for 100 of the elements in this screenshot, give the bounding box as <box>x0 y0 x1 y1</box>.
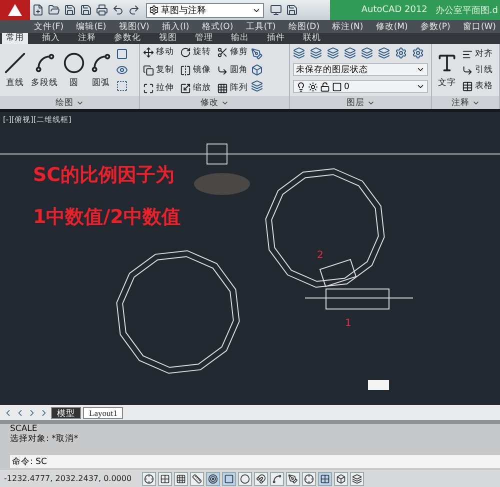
status-toggle-icon[interactable] <box>334 472 348 486</box>
layer-tool-icon[interactable] <box>293 47 305 59</box>
ribbon-tab[interactable]: 输出 <box>227 33 253 44</box>
status-toggle-icon[interactable] <box>158 472 172 486</box>
scale-icon <box>180 82 191 94</box>
workspace-dropdown[interactable]: 草图与注释 <box>146 2 264 18</box>
status-toggle-icon[interactable] <box>350 472 364 486</box>
ribbon-tab[interactable]: 参数化 <box>110 33 145 44</box>
ribbon-tool-button[interactable]: 缩放 <box>180 82 211 94</box>
ribbon-tool-button[interactable]: 对齐 <box>462 48 493 60</box>
command-history-line: SCALE <box>10 424 38 434</box>
ribbon-tool-button[interactable]: 镜像 <box>180 64 211 76</box>
tool-icon[interactable] <box>116 80 128 92</box>
sun-icon <box>308 82 318 92</box>
ribbon-tool-button[interactable]: 多段线 <box>30 52 59 88</box>
ribbon-tab[interactable]: 常用 <box>2 33 28 44</box>
ribbon-tool-button[interactable]: 圆弧 <box>89 52 113 88</box>
ribbon-tool-button[interactable]: 阵列 <box>217 82 248 94</box>
menu-item[interactable]: 标注(N) <box>332 20 364 32</box>
ribbon-tab[interactable]: 视图 <box>155 33 181 44</box>
ribbon-tool-button[interactable]: 旋转 <box>180 46 211 58</box>
layer-dropdown[interactable]: 未保存的图层状态 <box>293 63 428 76</box>
tool-icon[interactable] <box>251 80 263 92</box>
align-icon <box>462 48 473 60</box>
toolbar-icon[interactable] <box>94 4 110 16</box>
menu-item[interactable]: 窗口(W) <box>462 20 496 32</box>
annotation-text: SC的比例因子为 <box>33 163 175 188</box>
panel-title[interactable]: 绘图 <box>0 96 139 109</box>
layer-tool-icon[interactable] <box>310 47 322 59</box>
command-history-line: 选择对象: *取消* <box>10 434 80 444</box>
annotation-text: 1中数值/2中数值 <box>33 205 180 230</box>
mirror-icon <box>180 64 191 76</box>
menu-item[interactable]: 文件(F) <box>34 20 64 32</box>
command-input[interactable]: 命令: SC <box>10 455 500 468</box>
status-toggle-icon[interactable] <box>142 472 156 486</box>
rectangle <box>206 144 228 164</box>
layer-tool-icon[interactable] <box>378 47 390 59</box>
status-toggle-icon[interactable] <box>238 472 252 486</box>
layout-tab[interactable]: 模型 <box>51 406 81 418</box>
status-toggle-icon[interactable] <box>318 472 332 486</box>
stretch-icon <box>143 82 154 94</box>
toolbar-icon[interactable] <box>284 4 300 16</box>
status-toggle-icon[interactable] <box>270 472 284 486</box>
panel-title[interactable]: 修改 <box>140 96 289 109</box>
menu-item[interactable]: 工具(T) <box>246 20 276 32</box>
ribbon-tool-button[interactable]: 拉伸 <box>143 82 174 94</box>
coordinates-readout: -1232.4777, 2032.2437, 0.0000 <box>4 474 133 483</box>
layout-tab[interactable]: Layout1 <box>83 406 124 418</box>
status-toggle-icon[interactable] <box>302 472 316 486</box>
panel-title[interactable]: 注释 <box>432 96 499 109</box>
layer-tool-icon[interactable] <box>327 47 339 59</box>
status-toggle-icon[interactable] <box>206 472 220 486</box>
app-logo-icon[interactable] <box>0 0 30 20</box>
copy-icon <box>143 64 154 76</box>
toolbar-icon[interactable] <box>62 4 78 16</box>
tool-icon[interactable] <box>251 48 263 60</box>
ribbon-tab[interactable]: 插入 <box>38 33 64 44</box>
ribbon-tool-button[interactable]: 直线 <box>3 52 27 88</box>
layer-tool-icon[interactable] <box>412 47 424 59</box>
ribbon-tab[interactable]: 管理 <box>191 33 217 44</box>
status-toggle-icon[interactable] <box>254 472 268 486</box>
menu-item[interactable]: 格式(O) <box>202 20 234 32</box>
toolbar-icon[interactable] <box>46 4 62 16</box>
ribbon-tool-button[interactable]: 修剪 <box>217 46 248 58</box>
menu-item[interactable]: 编辑(E) <box>76 20 106 32</box>
tool-icon[interactable] <box>251 64 263 76</box>
layer-tool-icon[interactable] <box>361 47 373 59</box>
status-toggle-icon[interactable] <box>286 472 300 486</box>
unlock-icon <box>320 82 330 92</box>
toolbar-icon[interactable] <box>78 4 94 16</box>
table-icon <box>462 80 473 92</box>
status-toggle-icon[interactable] <box>222 472 236 486</box>
menu-item[interactable]: 插入(I) <box>162 20 190 32</box>
ribbon-tool-button[interactable]: 表格 <box>462 80 493 92</box>
panel-title[interactable]: 图层 <box>290 96 431 109</box>
ribbon-tab[interactable]: 插件 <box>263 33 289 44</box>
arc-icon <box>90 52 112 74</box>
status-toggle-icon[interactable] <box>174 472 188 486</box>
ribbon-tool-button[interactable]: 复制 <box>143 64 174 76</box>
tool-icon[interactable] <box>116 48 128 60</box>
ribbon-tab[interactable]: 联机 <box>299 33 325 44</box>
ribbon-tool-button[interactable]: 文字 <box>435 52 459 88</box>
menu-item[interactable]: 绘图(D) <box>288 20 320 32</box>
layer-dropdown[interactable]: 0 <box>293 80 428 93</box>
menu-item[interactable]: 修改(M) <box>376 20 408 32</box>
move-icon <box>143 46 154 58</box>
layer-tool-icon[interactable] <box>395 47 407 59</box>
tool-icon[interactable] <box>116 64 128 76</box>
ribbon-tool-button[interactable]: 圆 <box>62 52 86 88</box>
toolbar-icon[interactable] <box>268 4 284 16</box>
ribbon-tool-button[interactable]: 引线 <box>462 64 493 76</box>
ribbon-tab[interactable]: 注释 <box>74 33 100 44</box>
layer-tool-icon[interactable] <box>344 47 356 59</box>
gear-icon <box>149 5 159 15</box>
ribbon-tool-button[interactable]: 圆角 <box>217 64 248 76</box>
circle-icon <box>63 52 85 74</box>
menu-item[interactable]: 参数(P) <box>420 20 450 32</box>
menu-item[interactable]: 视图(V) <box>118 20 150 32</box>
status-toggle-icon[interactable] <box>190 472 204 486</box>
ribbon-tool-button[interactable]: 移动 <box>143 46 174 58</box>
